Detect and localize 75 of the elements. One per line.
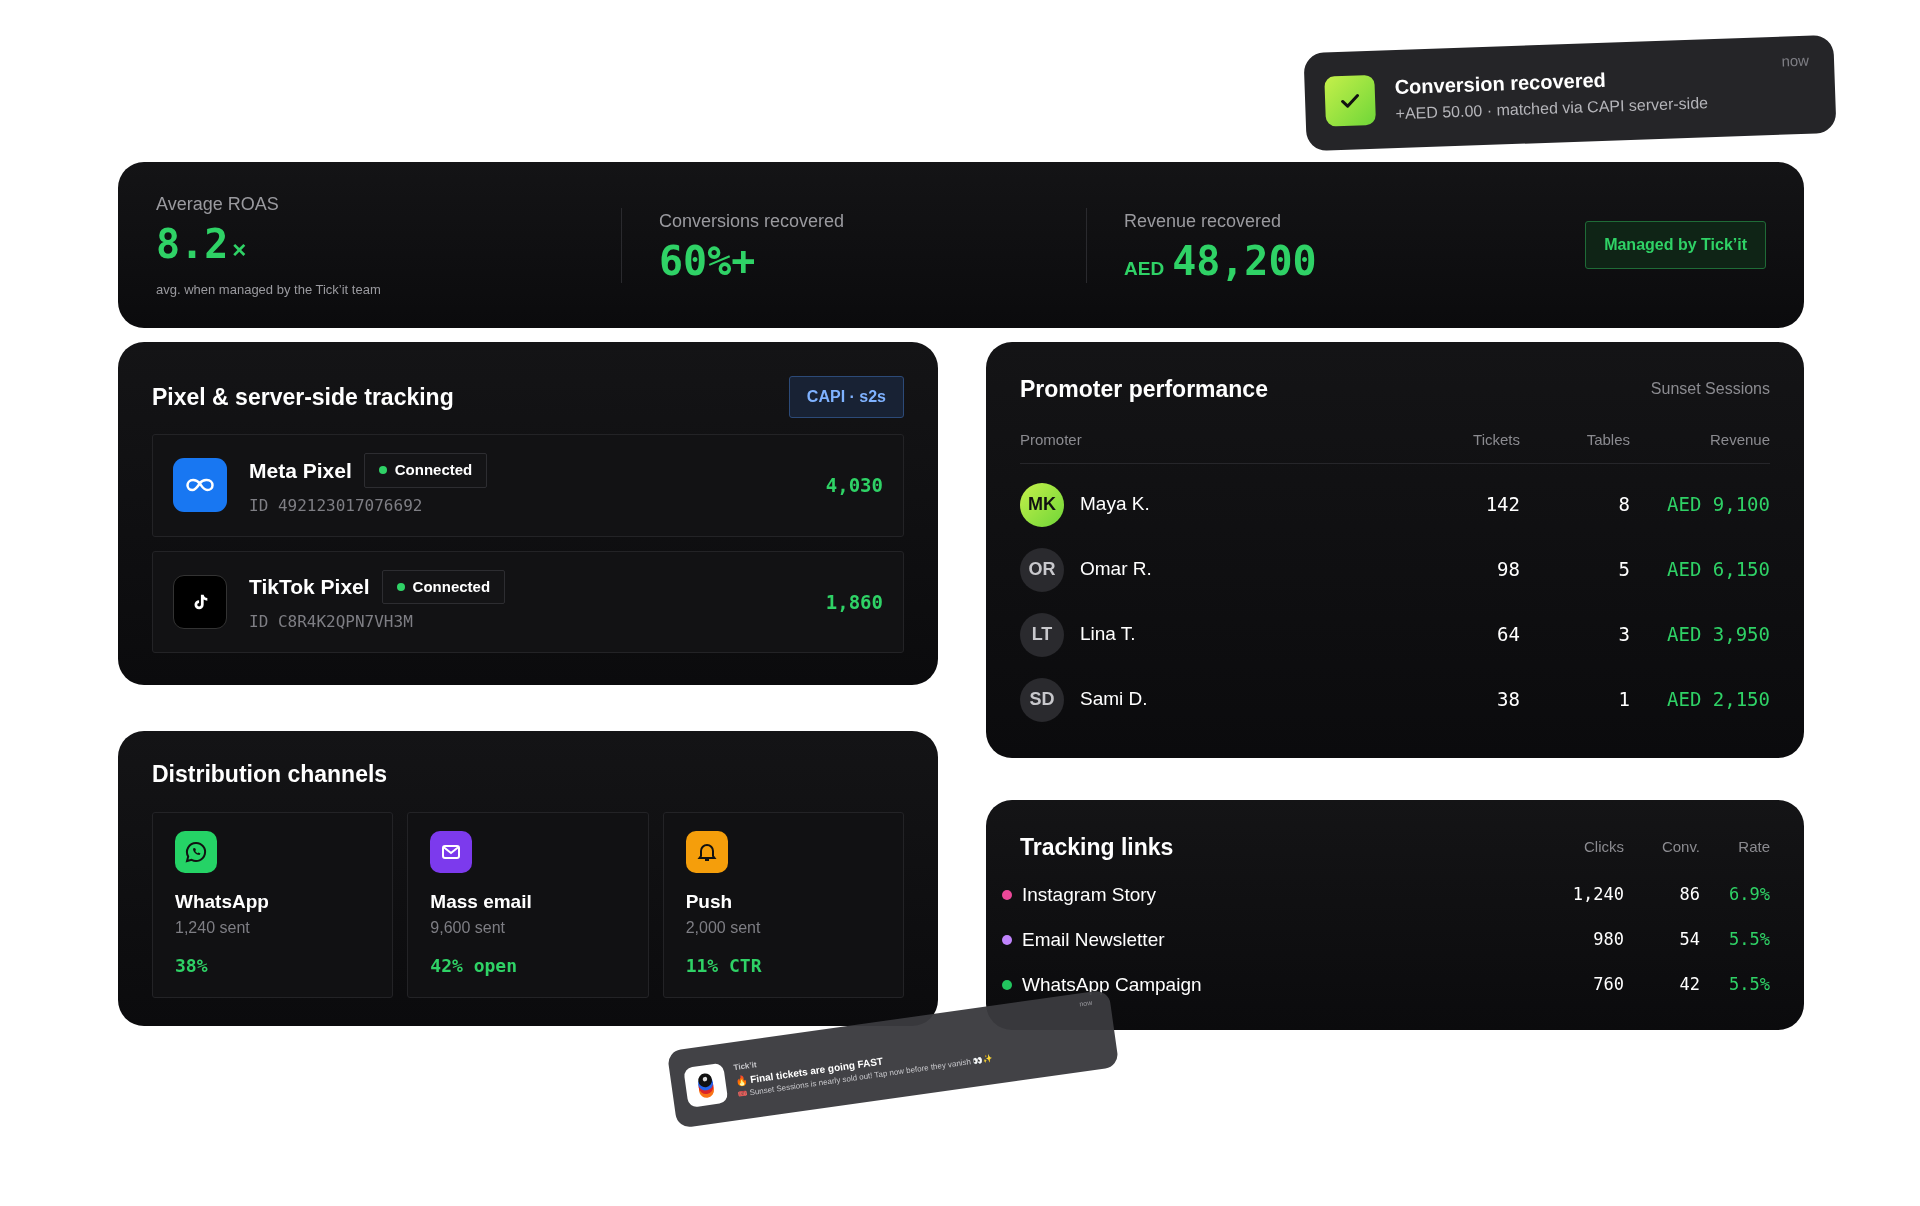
card-title: Promoter performance bbox=[1020, 375, 1268, 404]
revenue-cell-text: AED 3,950 bbox=[1666, 622, 1770, 648]
pixel-id: ID 492123017076692 bbox=[249, 494, 424, 517]
channel-name: Push bbox=[685, 889, 734, 914]
avatar: SD bbox=[1020, 677, 1064, 722]
column-header: Tickets bbox=[1472, 429, 1520, 450]
table-cell-text: 1,240 bbox=[1571, 883, 1624, 907]
table-cell-text: 86 bbox=[1678, 883, 1700, 907]
table-cell-text: 980 bbox=[1592, 928, 1624, 952]
channel-name: WhatsApp bbox=[175, 889, 270, 914]
status-badge: Connected bbox=[381, 569, 506, 604]
toast-time: now bbox=[1781, 50, 1810, 72]
managed-badge: Managed by Tick’it bbox=[1585, 221, 1766, 269]
link-name: Email Newsletter bbox=[1022, 927, 1166, 952]
rate-cell-text: 6.9% bbox=[1728, 883, 1770, 907]
column-header: Rate bbox=[1737, 837, 1770, 857]
card-title: Pixel & server-side tracking bbox=[152, 382, 454, 412]
table-cell-text: 1 bbox=[1617, 687, 1630, 713]
stat-label: Conversions recovered bbox=[659, 209, 846, 233]
stat-value: 60%+ bbox=[659, 238, 756, 283]
channel-rate: 42% open bbox=[430, 954, 519, 978]
column-header: Revenue bbox=[1708, 429, 1770, 450]
column-header: Tables bbox=[1585, 429, 1630, 450]
revenue-cell-text: AED 2,150 bbox=[1666, 687, 1770, 713]
table-cell-text: 760 bbox=[1592, 973, 1624, 997]
table-cell-text: 142 bbox=[1484, 492, 1520, 518]
stat-note: avg. when managed by the Tick’it team bbox=[156, 280, 382, 299]
pixel-name: TikTok Pixel bbox=[249, 574, 370, 600]
channel-rate: 11% CTR bbox=[685, 954, 763, 978]
capi-badge: CAPI · s2s bbox=[788, 376, 904, 418]
sent-count: 1,240 sent bbox=[175, 918, 251, 938]
status-badge: Connected bbox=[363, 453, 488, 488]
table-cell-text: 8 bbox=[1617, 492, 1630, 518]
link-name: Instagram Story bbox=[1022, 882, 1158, 907]
promoter-name: Omar R. bbox=[1080, 557, 1152, 582]
rate-cell-text: 5.5% bbox=[1728, 928, 1770, 952]
column-header: Conv. bbox=[1660, 837, 1700, 857]
rate-cell-text: 5.5% bbox=[1728, 973, 1770, 997]
card-title: Distribution channels bbox=[152, 760, 389, 789]
promoter-name: Maya K. bbox=[1080, 492, 1150, 517]
pixel-id: ID C8R4K2QPN7VH3M bbox=[249, 611, 414, 633]
pixel-name: Meta Pixel bbox=[249, 457, 352, 484]
event-count: 1,860 bbox=[825, 589, 883, 615]
sent-count: 9,600 sent bbox=[430, 918, 507, 938]
event-name: Sunset Sessions bbox=[1650, 379, 1770, 400]
column-header: Promoter bbox=[1020, 429, 1083, 450]
stat-label: Revenue recovered bbox=[1124, 209, 1283, 233]
app-name: Tick’it bbox=[732, 1058, 758, 1073]
avatar: OR bbox=[1020, 547, 1064, 592]
link-name: WhatsApp Campaign bbox=[1022, 972, 1203, 997]
channel-name: Mass email bbox=[430, 889, 533, 914]
event-count: 4,030 bbox=[825, 473, 883, 498]
table-cell-text: 42 bbox=[1678, 973, 1700, 997]
channel-rate: 38% bbox=[175, 954, 209, 978]
table-cell-text: 5 bbox=[1617, 557, 1630, 583]
chat-bubble-icon bbox=[184, 839, 208, 864]
avatar: LT bbox=[1020, 612, 1064, 657]
stat-value: 8.2 bbox=[156, 221, 229, 266]
table-cell-text: 54 bbox=[1678, 928, 1700, 952]
currency-label: AED bbox=[1124, 258, 1165, 280]
avatar: MK bbox=[1020, 482, 1064, 527]
column-header: Clicks bbox=[1583, 837, 1624, 857]
table-cell-text: 38 bbox=[1496, 687, 1520, 713]
sent-count: 2,000 sent bbox=[685, 918, 762, 938]
table-cell-text: 98 bbox=[1496, 557, 1520, 583]
revenue-cell-text: AED 6,150 bbox=[1666, 557, 1770, 583]
revenue-cell-text: AED 9,100 bbox=[1666, 492, 1770, 518]
stat-label: Average ROAS bbox=[156, 192, 280, 216]
multiplier-sign: × bbox=[232, 236, 247, 264]
table-cell-text: 3 bbox=[1617, 622, 1630, 648]
table-cell-text: 64 bbox=[1496, 622, 1520, 648]
promoter-name: Lina T. bbox=[1080, 622, 1136, 647]
card-title: Tracking links bbox=[1020, 833, 1175, 862]
promoter-name: Sami D. bbox=[1080, 687, 1148, 712]
stat-value: 48,200 bbox=[1172, 238, 1317, 283]
